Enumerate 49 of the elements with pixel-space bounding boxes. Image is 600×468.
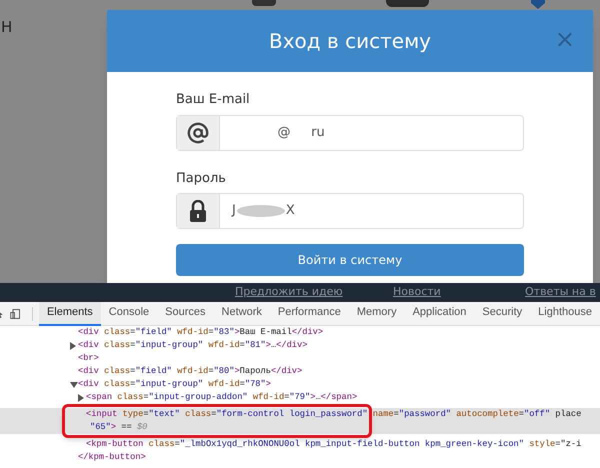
at-sign-icon (187, 122, 209, 144)
field-label: Ваш E-mail (176, 91, 251, 109)
devtools-tab[interactable]: Performance (270, 302, 349, 326)
field-label: Пароль (176, 170, 227, 188)
input-group[interactable]: @ ru (176, 114, 524, 150)
devtools-tab[interactable]: Lighthouse (530, 302, 600, 326)
footer-link[interactable]: Ответы на в (525, 284, 596, 301)
dark-block-icon (386, 0, 429, 7)
code-line[interactable]: <div class="input-group" wfd-id="78"> (0, 378, 600, 391)
code-line[interactable]: </kpm-button> (0, 451, 600, 464)
footer-link[interactable]: Новости (393, 284, 441, 301)
input-value: @ ru (276, 124, 325, 142)
page-text: Н (1, 17, 12, 38)
devtools-tab[interactable]: Application (404, 302, 474, 326)
input-value: X (286, 202, 295, 220)
code-text: <kpm-button class="_lmbOx1yqd_rhkONONU0ol kpm_input-field-button kpm_green-key-icon" style="z-i (86, 438, 582, 451)
devtools-tab[interactable]: Console (100, 302, 158, 326)
code-line[interactable]: <div class="field" wfd-id="83">Ваш E-mail</div> (0, 326, 600, 339)
code-line[interactable]: <div class="field" wfd-id="80">Пароль</div> (0, 365, 600, 378)
code-text: <br> (78, 352, 99, 365)
devtools-tab[interactable]: Security (474, 302, 530, 326)
code-line[interactable]: <span class="input-group-addon" wfd-id="79">…</span> (0, 391, 600, 404)
login-button[interactable]: Войти в систему (176, 244, 524, 276)
code-text: </kpm-button> (78, 450, 146, 464)
padlock-icon (189, 200, 207, 222)
devtools-tab[interactable]: Elements (38, 302, 101, 326)
code-line[interactable]: <kpm-button class="_lmbOx1yqd_rhkONONU0ol kpm_input-field-button kpm_green-key-icon" style="z-i (0, 438, 600, 451)
devtools-tab[interactable]: Memory (348, 302, 405, 326)
code-text: <div class="field" wfd-id="83">Ваш E-mail</div> (78, 326, 324, 339)
footer-link[interactable]: Предложить идею (235, 284, 343, 301)
code-line[interactable]: <div class="input-group" wfd-id="81">…</div> (0, 339, 600, 352)
devtools-tab[interactable]: Network (214, 302, 270, 326)
expand-triangle-icon[interactable] (78, 394, 84, 402)
input-group[interactable]: J X (176, 193, 524, 229)
code-text: <input type="text" class="form-control login_password" name="password" autocomplete="off" place (86, 408, 582, 421)
code-text: <div class="field" wfd-id="80">Пароль</div> (78, 364, 302, 378)
dialog-title: Вход в систему (269, 28, 431, 55)
code-text: <span class="input-group-addon" wfd-id="79">…</span> (86, 390, 358, 404)
expand-triangle-icon[interactable] (70, 342, 76, 350)
code-text: "65"> == $0 (90, 420, 148, 434)
code-line[interactable]: <br> (0, 352, 600, 365)
code-text: <div class="input-group" wfd-id="81">…</div> (78, 338, 308, 352)
blur-smudge-drawing (236, 203, 286, 219)
devtools-tab[interactable]: Sources (157, 302, 214, 326)
code-text: <div class="input-group" wfd-id="78"> (78, 378, 271, 391)
input-value: J (232, 202, 236, 220)
device-icon[interactable] (10, 306, 20, 320)
square-icon (252, 0, 276, 6)
collapse-triangle-icon[interactable] (70, 382, 78, 388)
